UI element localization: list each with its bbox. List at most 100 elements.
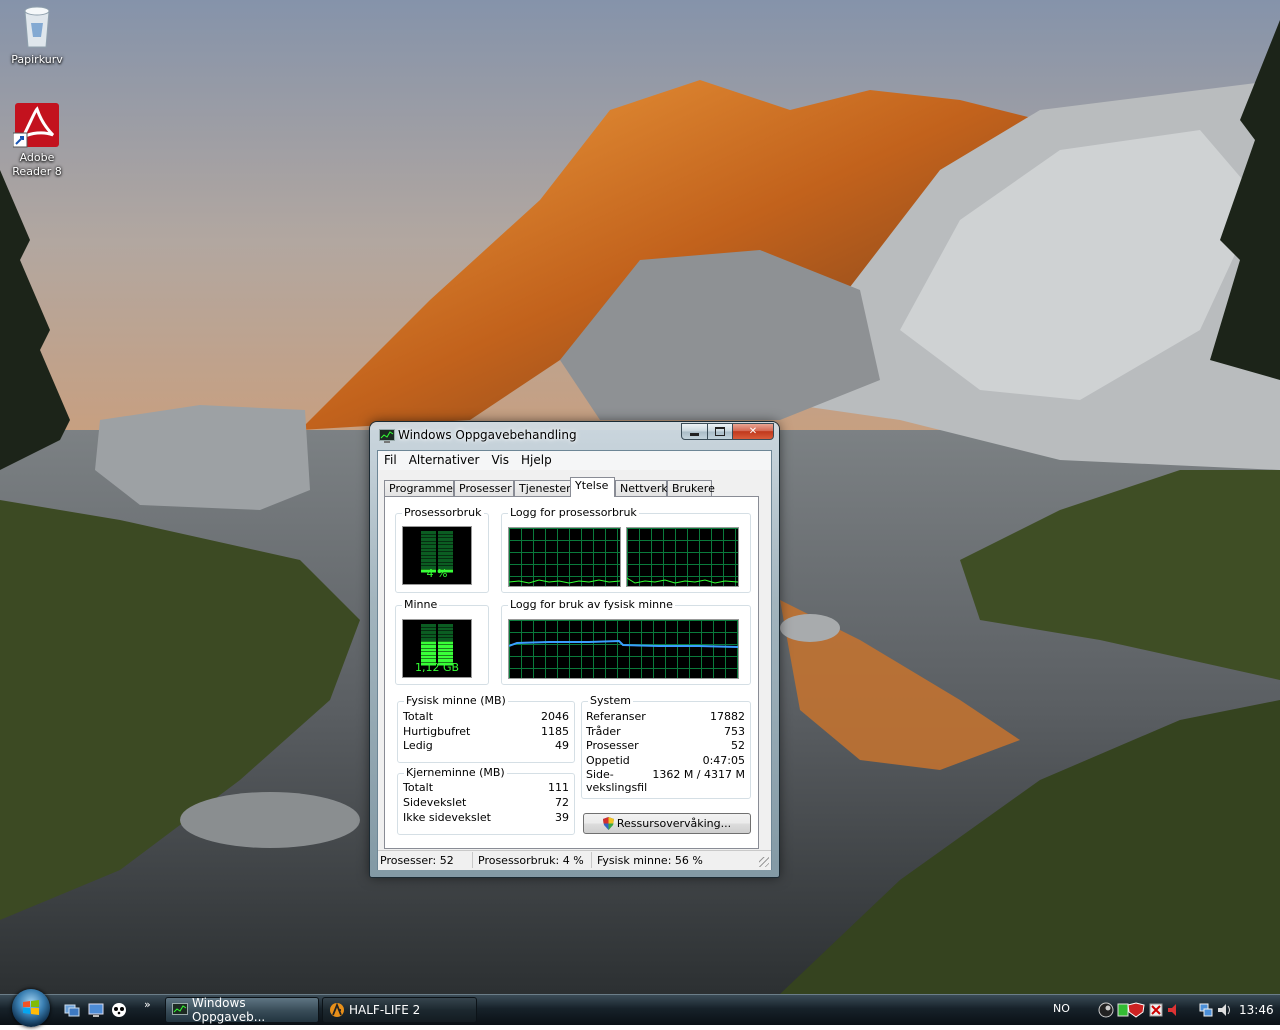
cpu-meter-segment <box>421 552 436 555</box>
system-label: System <box>588 694 634 707</box>
menu-view[interactable]: Vis <box>485 451 515 470</box>
recycle-bin-icon <box>13 3 61 51</box>
tab-performance[interactable]: Ytelse <box>570 477 615 497</box>
adobe-reader-icon <box>12 101 61 149</box>
memory-meter-segment <box>438 631 453 634</box>
speaker-mute-icon[interactable] <box>1168 1004 1176 1016</box>
maximize-button[interactable] <box>707 423 733 440</box>
resource-monitor-label: Ressursovervåking... <box>616 817 732 830</box>
window-client: Fil Alternativer Vis Hjelp Programmer Pr… <box>377 450 772 870</box>
panda-icon[interactable] <box>111 1002 127 1018</box>
memory-history-line <box>509 639 738 648</box>
system-pagefile-value: 1362 M / 4317 M <box>652 768 745 781</box>
memory-meter-segment <box>438 638 453 641</box>
tab-services[interactable]: Tjenester <box>514 480 571 496</box>
show-desktop-icon[interactable] <box>88 1002 104 1018</box>
taskbar-button-label: Windows Oppgaveb... <box>192 996 266 1024</box>
system-pagefile-label-1: Side- <box>586 768 614 781</box>
task-manager-icon <box>379 429 395 443</box>
menu-help[interactable]: Hjelp <box>515 451 558 470</box>
volume-icon[interactable] <box>1218 1004 1230 1016</box>
cpu-history-line-core1 <box>509 579 620 584</box>
tab-processes[interactable]: Prosesser <box>454 480 514 496</box>
security-icon[interactable] <box>1149 1003 1163 1017</box>
switch-windows-icon[interactable] <box>64 1002 80 1018</box>
menu-options[interactable]: Alternativer <box>403 451 486 470</box>
cpu-history-line-core2 <box>627 577 738 584</box>
physical-total-value: 2046 <box>541 710 569 723</box>
network-connection-icon[interactable] <box>1199 1003 1213 1017</box>
memory-meter-segment <box>421 631 436 634</box>
cpu-usage-group: Prosessorbruk 4 % <box>395 506 489 593</box>
cpu-meter-segment <box>438 531 453 534</box>
resize-grip[interactable] <box>759 857 769 867</box>
tab-networking[interactable]: Nettverk <box>615 480 668 496</box>
cpu-meter-segment <box>421 562 436 566</box>
memory-meter-segment <box>438 624 453 627</box>
title-bar[interactable]: Windows Oppgavebehandling ✕ <box>370 422 779 450</box>
windows-logo-icon <box>23 1000 39 1015</box>
cpu-meter-segment <box>438 545 453 548</box>
network-icon[interactable] <box>1117 1003 1129 1017</box>
desktop-icon-adobe-reader[interactable]: Adobe Reader 8 <box>1 101 73 179</box>
kernel-paged-value: 72 <box>555 796 569 809</box>
cpu-meter-segment <box>421 548 436 552</box>
taskbar-button-label: HALF-LIFE 2 <box>349 1003 421 1017</box>
taskbar-clock[interactable]: 13:46 <box>1239 1003 1274 1017</box>
close-button[interactable]: ✕ <box>732 423 774 440</box>
system-pagefile-label-2: vekslingsfil <box>586 781 648 794</box>
taskbar-button-half-life-2[interactable]: HALF-LIFE 2 <box>322 997 477 1023</box>
memory-meter-segment <box>421 624 436 627</box>
cpu-meter-segment <box>421 538 436 541</box>
memory-meter-segment <box>421 634 436 638</box>
physical-cached-value: 1185 <box>541 725 569 738</box>
system-handles-value: 17882 <box>710 710 745 723</box>
task-manager-window[interactable]: Windows Oppgavebehandling ✕ Fil Alternat… <box>370 422 779 877</box>
taskbar: » Windows Oppgaveb... HALF-LIFE 2 NO 13:… <box>0 989 1280 1027</box>
cpu-meter-segment <box>421 531 436 534</box>
cpu-history-label: Logg for prosessorbruk <box>508 506 639 519</box>
kernel-total-label: Totalt <box>403 781 434 794</box>
kernel-nonpaged-value: 39 <box>555 811 569 824</box>
memory-meter-segment <box>438 627 453 631</box>
cpu-meter-segment <box>421 555 436 559</box>
resource-monitor-button[interactable]: Ressursovervåking... <box>583 813 751 834</box>
memory-group: Minne 1,12 GB <box>395 598 489 685</box>
steam-icon[interactable] <box>1098 1002 1114 1018</box>
status-cpu: Prosessorbruk: 4 % <box>478 854 584 867</box>
cpu-meter-segment <box>438 552 453 555</box>
shield-icon[interactable] <box>1127 1002 1145 1018</box>
system-uptime-value: 0:47:05 <box>702 754 745 767</box>
physical-cached-label: Hurtigbufret <box>403 725 471 738</box>
memory-label: Minne <box>402 598 440 611</box>
memory-history-group: Logg for bruk av fysisk minne <box>501 598 751 685</box>
menu-file[interactable]: Fil <box>378 451 403 470</box>
window-title: Windows Oppgavebehandling <box>398 428 577 442</box>
status-separator <box>591 852 592 868</box>
memory-value: 1,12 GB <box>414 661 460 674</box>
physical-total-label: Totalt <box>403 710 434 723</box>
physical-free-label: Ledig <box>403 739 433 752</box>
kernel-paged-label: Sidevekslet <box>403 796 467 809</box>
memory-meter-segment <box>421 648 436 652</box>
cpu-meter-segment <box>438 534 453 538</box>
language-indicator[interactable]: NO <box>1053 1002 1070 1015</box>
tab-users[interactable]: Brukere <box>667 480 715 496</box>
desktop-icon-recycle-bin[interactable]: Papirkurv <box>1 3 73 67</box>
cpu-usage-meter: 4 % <box>402 526 472 585</box>
quick-launch-chevron-icon[interactable]: » <box>144 998 151 1011</box>
cpu-meter-segment <box>438 555 453 559</box>
menu-bar: Fil Alternativer Vis Hjelp <box>378 451 771 470</box>
start-button[interactable] <box>12 989 50 1027</box>
status-memory: Fysisk minne: 56 % <box>597 854 703 867</box>
system-tray <box>1098 1001 1238 1019</box>
taskbar-button-task-manager[interactable]: Windows Oppgaveb... <box>165 996 319 1024</box>
cpu-meter-segment <box>421 559 436 562</box>
tab-applications[interactable]: Programmer <box>384 480 457 496</box>
memory-meter-segment <box>421 645 436 648</box>
minimize-button[interactable] <box>681 423 708 440</box>
cpu-usage-label: Prosessorbruk <box>402 506 484 519</box>
memory-meter-segment <box>421 641 436 645</box>
system-processes-value: 52 <box>731 739 745 752</box>
status-separator <box>472 852 473 868</box>
